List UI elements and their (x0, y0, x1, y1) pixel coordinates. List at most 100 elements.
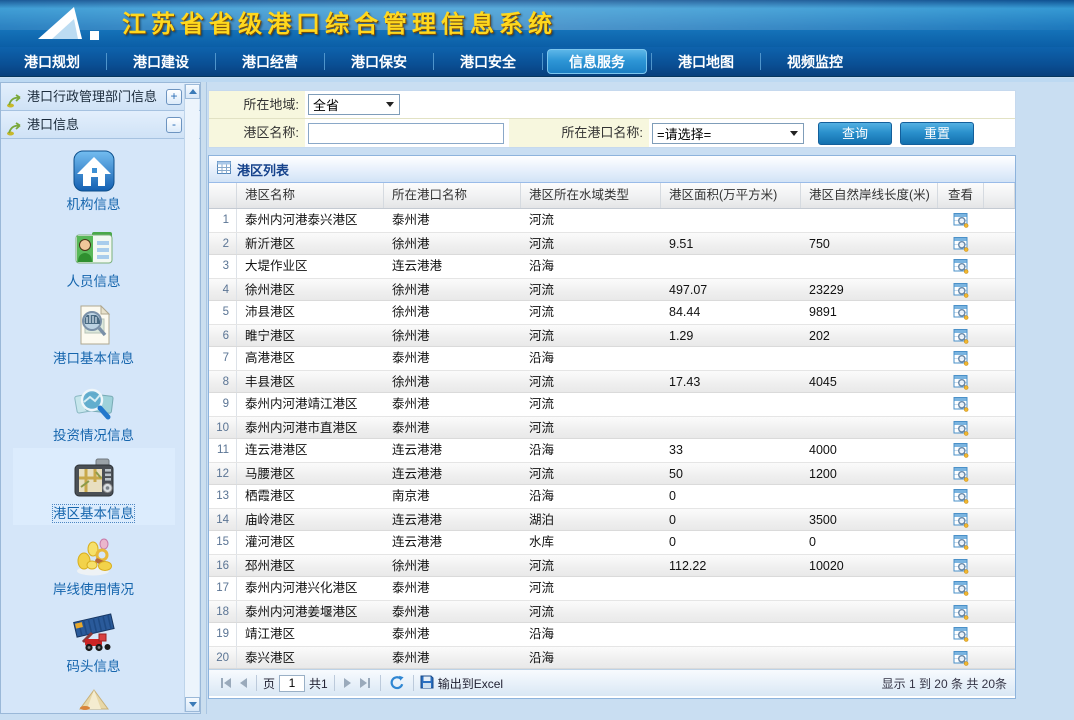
cell-port-name: 徐州港 (384, 279, 521, 300)
view-icon[interactable] (953, 626, 969, 646)
nav-tab-port-planning[interactable]: 港口规划 (0, 47, 104, 77)
reset-button[interactable]: 重置 (900, 122, 974, 145)
app-window: 江苏省省级港口综合管理信息系统 港口规划港口建设港口经营港口保安港口安全信息服务… (0, 0, 1074, 720)
sidebar-item-port-area-basic-info[interactable]: 港区基本信息 (13, 448, 175, 525)
region-select[interactable]: 全省 (308, 94, 400, 115)
port-name-label: 所在港口名称: (509, 119, 649, 147)
nav-tab-info-service[interactable]: 信息服务 (547, 49, 647, 74)
row-number: 16 (209, 555, 237, 576)
cell-shoreline-length: 3500 (801, 509, 938, 530)
next-page-icon[interactable] (343, 677, 354, 689)
cell-shoreline-length: 202 (801, 325, 938, 346)
sidebar-item-dock-info[interactable]: 码头信息 (13, 602, 175, 679)
sidebar-item-shoreline-usage[interactable]: 岸线使用情况 (13, 525, 175, 602)
view-icon[interactable] (953, 558, 969, 576)
nav-tab-port-safety[interactable]: 港口安全 (436, 47, 540, 77)
query-button[interactable]: 查询 (818, 122, 892, 145)
cell-port-area-name: 泰兴港区 (237, 647, 384, 668)
export-excel-button[interactable]: 输出到Excel (420, 675, 503, 692)
grid-titlebar: 港区列表 (209, 156, 1015, 183)
cell-view (938, 623, 984, 646)
column-header-0[interactable]: 港区名称 (237, 183, 384, 208)
view-icon[interactable] (953, 350, 969, 370)
view-icon[interactable] (953, 488, 969, 508)
cell-filler (984, 325, 1015, 346)
collapse-toggle-icon[interactable]: - (166, 117, 182, 133)
sidebar-scrollbar[interactable] (184, 84, 199, 712)
cell-filler (984, 417, 1015, 438)
refresh-icon[interactable] (389, 675, 405, 691)
table-row: 4徐州港区徐州港河流497.0723229 (209, 278, 1015, 301)
cell-filler (984, 531, 1015, 554)
cell-water-type: 沿海 (521, 439, 661, 462)
view-icon[interactable] (953, 328, 969, 346)
prev-page-icon[interactable] (237, 677, 248, 689)
cell-water-type: 沿海 (521, 485, 661, 508)
row-number: 17 (209, 577, 237, 600)
scroll-up-icon[interactable] (185, 84, 200, 99)
sidebar-item-personnel-info[interactable]: 人员信息 (13, 217, 175, 294)
view-icon[interactable] (953, 534, 969, 554)
area-name-input[interactable] (308, 123, 504, 144)
cell-view (938, 209, 984, 232)
table-row: 2新沂港区徐州港河流9.51750 (209, 232, 1015, 255)
cell-port-name: 连云港港 (384, 531, 521, 554)
view-icon[interactable] (953, 212, 969, 232)
last-page-icon[interactable] (358, 677, 372, 689)
cell-area-size: 17.43 (661, 371, 801, 392)
sidebar-group-port-info[interactable]: 港口信息 - (1, 111, 200, 139)
view-icon[interactable] (953, 304, 969, 324)
row-number: 3 (209, 255, 237, 278)
view-icon[interactable] (953, 236, 969, 254)
nav-tab-port-operation[interactable]: 港口经营 (218, 47, 322, 77)
nav-separator (542, 53, 543, 70)
cell-filler (984, 485, 1015, 508)
view-icon[interactable] (953, 420, 969, 438)
cell-port-name: 徐州港 (384, 555, 521, 576)
column-header-5[interactable]: 查看 (938, 183, 984, 208)
view-icon[interactable] (953, 604, 969, 622)
cell-filler (984, 393, 1015, 416)
scroll-down-icon[interactable] (185, 697, 200, 712)
sidebar-item-partial-item[interactable] (13, 679, 175, 712)
view-icon[interactable] (953, 396, 969, 416)
view-icon[interactable] (953, 374, 969, 392)
cell-view (938, 417, 984, 438)
cell-port-name: 徐州港 (384, 371, 521, 392)
port-name-select[interactable]: =请选择= (652, 123, 804, 144)
view-icon[interactable] (953, 442, 969, 462)
column-header-2[interactable]: 港区所在水域类型 (521, 183, 661, 208)
sidebar-item-investment-info[interactable]: 投资情况信息 (13, 371, 175, 448)
cell-port-name: 泰州港 (384, 601, 521, 622)
cell-port-area-name: 靖江港区 (237, 623, 384, 646)
nav-tab-port-construction[interactable]: 港口建设 (109, 47, 213, 77)
sidebar-item-label: 码头信息 (67, 658, 121, 675)
view-icon[interactable] (953, 512, 969, 530)
first-page-icon[interactable] (219, 677, 233, 689)
cell-shoreline-length: 750 (801, 233, 938, 254)
sidebar-group-port-admin-dept-info[interactable]: 港口行政管理部门信息 + (1, 83, 200, 111)
sidebar-item-label: 人员信息 (67, 273, 121, 290)
column-header-1[interactable]: 所在港口名称 (384, 183, 521, 208)
nav-tab-video-monitor[interactable]: 视频监控 (763, 47, 867, 77)
view-icon[interactable] (953, 466, 969, 484)
cell-port-area-name: 沛县港区 (237, 301, 384, 324)
table-row: 5沛县港区徐州港河流84.449891 (209, 301, 1015, 324)
view-icon[interactable] (953, 282, 969, 300)
sidebar-item-org-info[interactable]: 机构信息 (13, 140, 175, 217)
view-icon[interactable] (953, 258, 969, 278)
cell-area-size: 0 (661, 531, 801, 554)
column-header-4[interactable]: 港区自然岸线长度(米) (801, 183, 938, 208)
sidebar-item-port-basic-info[interactable]: 港口基本信息 (13, 294, 175, 371)
nav-tab-port-security[interactable]: 港口保安 (327, 47, 431, 77)
expand-toggle-icon[interactable]: + (166, 89, 182, 105)
document-magnifier-icon (72, 303, 116, 347)
cell-shoreline-length (801, 601, 938, 622)
view-icon[interactable] (953, 650, 969, 668)
column-header-3[interactable]: 港区面积(万平方米) (661, 183, 801, 208)
view-icon[interactable] (953, 580, 969, 600)
nav-tab-port-map[interactable]: 港口地图 (654, 47, 758, 77)
page-number-input[interactable] (279, 675, 305, 692)
table-row: 17泰州内河港兴化港区泰州港河流 (209, 577, 1015, 600)
toolbar-separator (334, 675, 335, 691)
